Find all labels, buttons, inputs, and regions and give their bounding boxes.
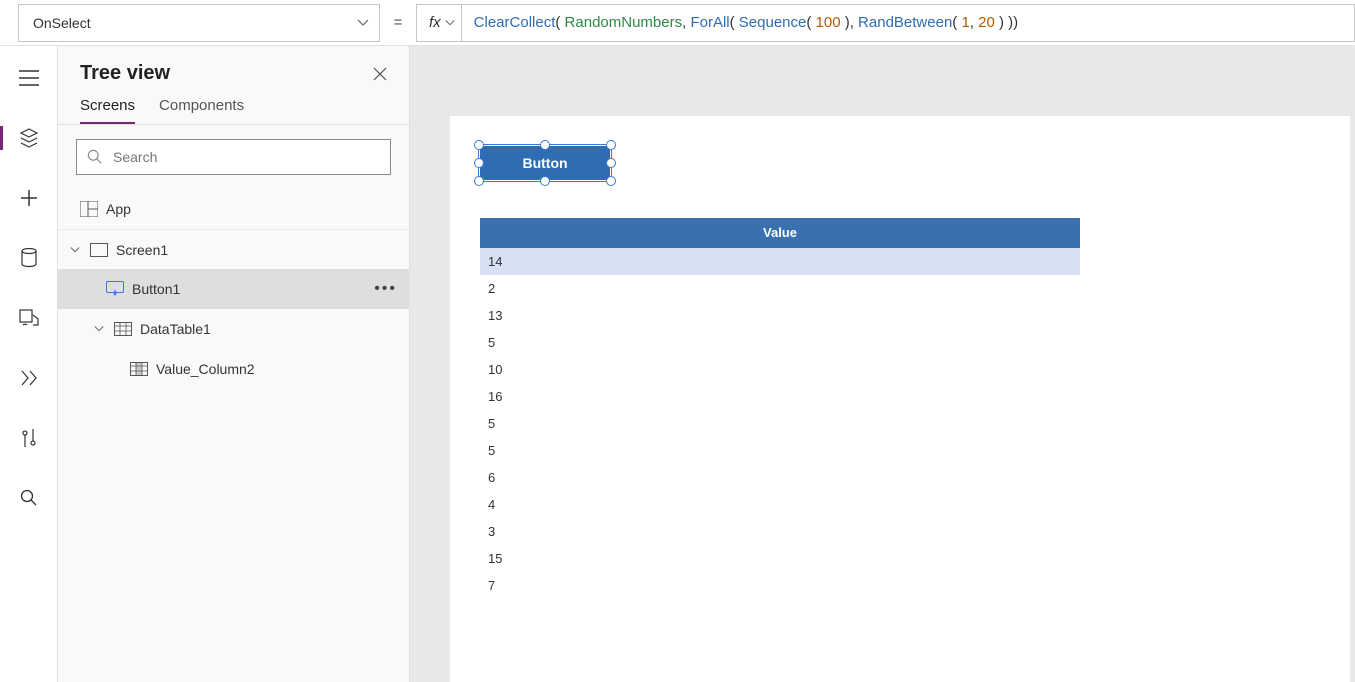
datatable-row[interactable]: 4 [480, 491, 1080, 518]
search-icon[interactable] [0, 484, 57, 512]
property-dropdown[interactable]: OnSelect [18, 4, 380, 42]
tree-node-datatable[interactable]: DataTable1 [58, 309, 409, 349]
fx-button[interactable]: fx [416, 4, 462, 42]
insert-icon[interactable] [0, 184, 57, 212]
left-rail [0, 46, 58, 682]
datatable-row[interactable]: 5 [480, 437, 1080, 464]
chevron-down-icon [445, 18, 455, 28]
tab-screens[interactable]: Screens [80, 97, 135, 124]
column-icon [130, 362, 148, 376]
datatable-header: Value [480, 218, 1080, 248]
tree-node-app[interactable]: App [58, 189, 409, 229]
tree-node-button[interactable]: Button1 ••• [58, 269, 409, 309]
equals-label: = [380, 14, 416, 31]
tree-node-label: Value_Column2 [156, 361, 255, 377]
more-icon[interactable]: ••• [374, 280, 397, 298]
tree-node-label: App [106, 201, 131, 217]
variables-icon[interactable] [0, 364, 57, 392]
datatable-row[interactable]: 15 [480, 545, 1080, 572]
datatable-row[interactable]: 10 [480, 356, 1080, 383]
formula-input[interactable]: ClearCollect( RandomNumbers, ForAll( Seq… [462, 4, 1355, 42]
canvas-area[interactable]: Button Value 142135101655643157 [410, 46, 1355, 682]
datatable-row[interactable]: 5 [480, 410, 1080, 437]
table-icon [114, 322, 132, 336]
canvas-button-control[interactable]: Button [480, 146, 610, 180]
tree-view-icon[interactable] [0, 124, 57, 152]
search-input[interactable]: Search [76, 139, 391, 175]
datatable-row[interactable]: 2 [480, 275, 1080, 302]
button-control-icon [106, 281, 124, 297]
tree-title: Tree view [80, 62, 170, 85]
formula-bar: OnSelect = fx ClearCollect( RandomNumber… [0, 0, 1355, 46]
chevron-down-icon [94, 324, 106, 334]
canvas-datatable-control[interactable]: Value 142135101655643157 [480, 218, 1080, 599]
tools-icon[interactable] [0, 424, 57, 452]
datatable-row[interactable]: 6 [480, 464, 1080, 491]
tree-node-label: DataTable1 [140, 321, 211, 337]
search-icon [87, 149, 103, 165]
search-placeholder: Search [113, 149, 157, 165]
hamburger-icon[interactable] [0, 64, 57, 92]
datatable-row[interactable]: 16 [480, 383, 1080, 410]
design-surface[interactable]: Button Value 142135101655643157 [450, 116, 1350, 682]
tree-node-label: Button1 [132, 281, 180, 297]
tree-node-column[interactable]: Value_Column2 [58, 349, 409, 389]
fx-icon: fx [429, 14, 441, 31]
datatable-row[interactable]: 7 [480, 572, 1080, 599]
tree-node-label: Screen1 [116, 242, 168, 258]
data-icon[interactable] [0, 244, 57, 272]
media-icon[interactable] [0, 304, 57, 332]
tree-node-screen[interactable]: Screen1 [58, 229, 409, 269]
datatable-row[interactable]: 3 [480, 518, 1080, 545]
datatable-row[interactable]: 14 [480, 248, 1080, 275]
close-icon[interactable] [373, 67, 387, 81]
datatable-row[interactable]: 5 [480, 329, 1080, 356]
chevron-down-icon [357, 17, 369, 29]
chevron-down-icon [70, 245, 82, 255]
screen-icon [90, 243, 108, 257]
tree-panel: Tree view Screens Components Search App [58, 46, 410, 682]
tab-components[interactable]: Components [159, 97, 244, 124]
datatable-row[interactable]: 13 [480, 302, 1080, 329]
app-icon [80, 201, 98, 217]
property-dropdown-value: OnSelect [33, 15, 91, 31]
